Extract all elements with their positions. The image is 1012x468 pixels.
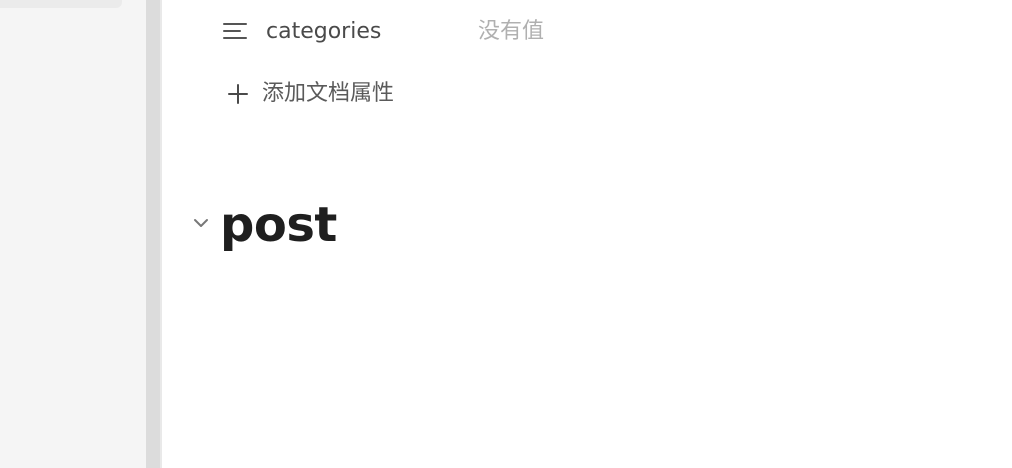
heading-block: post <box>190 192 790 262</box>
app-window: categories 没有值 添加文档属性 post <box>0 0 1012 468</box>
heading-text[interactable]: post <box>220 192 337 258</box>
property-name[interactable]: categories <box>266 16 381 48</box>
list-lines-icon[interactable] <box>222 19 248 43</box>
plus-icon <box>228 84 248 104</box>
add-property-label: 添加文档属性 <box>262 81 395 106</box>
property-row-categories: categories 没有值 <box>222 14 922 50</box>
editor-pane: categories 没有值 添加文档属性 post <box>162 0 1012 468</box>
add-property-button[interactable]: 添加文档属性 <box>228 76 448 112</box>
sidebar-resize-handle[interactable] <box>146 0 162 468</box>
chevron-down-icon[interactable] <box>190 212 212 234</box>
sidebar-item[interactable] <box>0 0 122 8</box>
property-value-input[interactable]: 没有值 <box>478 16 544 48</box>
sidebar <box>0 0 146 468</box>
